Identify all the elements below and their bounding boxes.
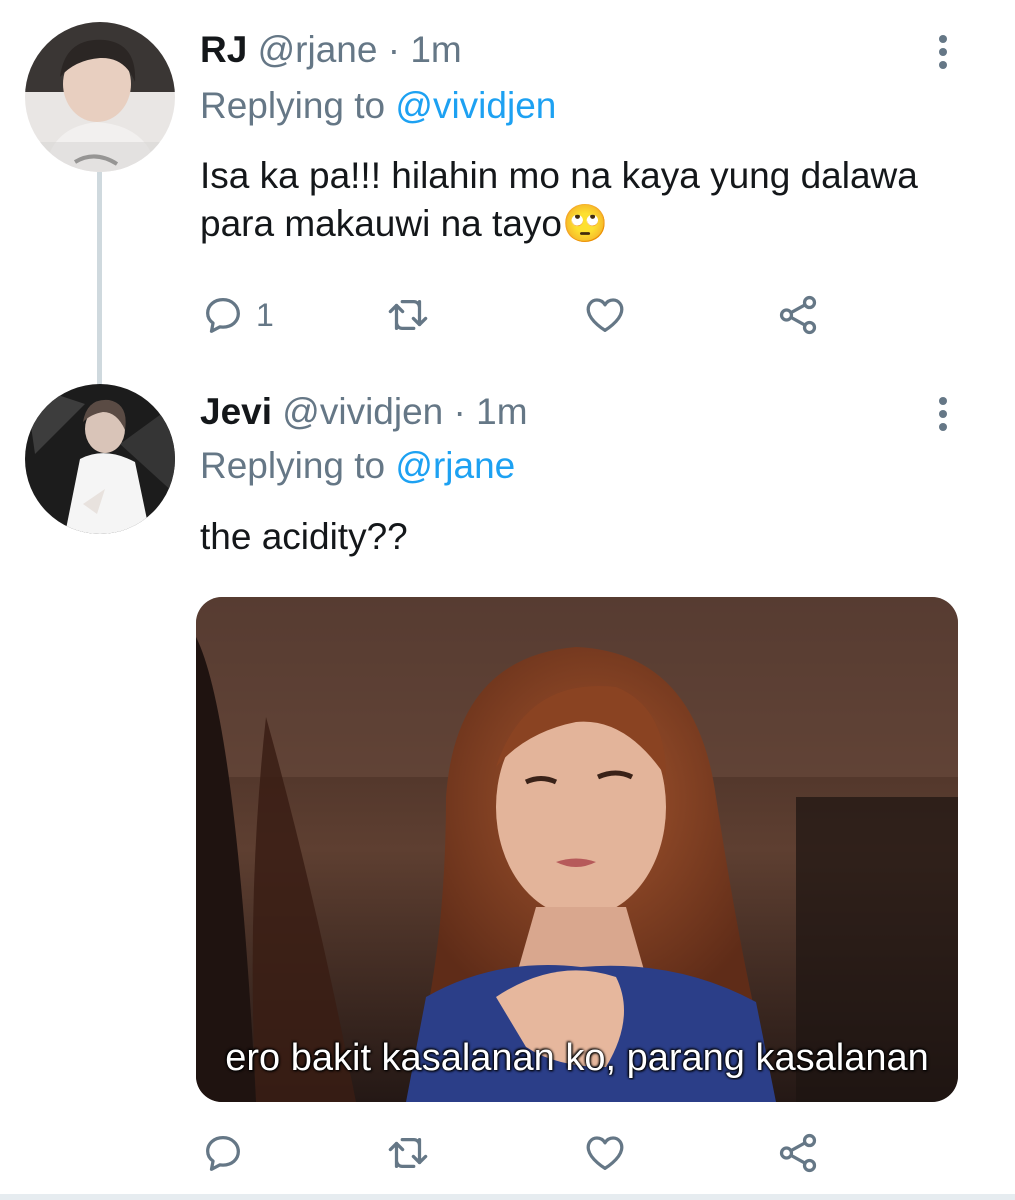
more-icon[interactable] bbox=[937, 35, 949, 69]
reply-count: 1 bbox=[256, 296, 274, 333]
avatar[interactable] bbox=[25, 22, 175, 172]
tweet-header: RJ @rjane · 1m bbox=[200, 28, 462, 72]
tweet-text: Isa ka pa!!! hilahin mo na kaya yung dal… bbox=[200, 152, 940, 248]
replying-to-label: Replying to bbox=[200, 445, 386, 486]
retweet-button[interactable] bbox=[385, 290, 431, 340]
reply-icon bbox=[206, 1136, 240, 1171]
media-caption: ero bakit kasalanan ko, parang kasalanan bbox=[225, 1037, 929, 1079]
media-photo bbox=[196, 597, 958, 1102]
tweet-text-content: Isa ka pa!!! hilahin mo na kaya yung dal… bbox=[200, 155, 918, 244]
like-button[interactable] bbox=[582, 1128, 628, 1178]
reply-button[interactable]: 1 bbox=[200, 290, 274, 340]
user-handle[interactable]: @rjane bbox=[258, 29, 378, 70]
replying-to-label: Replying to bbox=[200, 85, 386, 126]
avatar-image bbox=[25, 22, 175, 172]
replying-to: Replying to @rjane bbox=[200, 444, 515, 488]
media-image[interactable]: ero bakit kasalanan ko, parang kasalanan bbox=[196, 597, 958, 1102]
tweet[interactable]: Jevi @vividjen · 1m Replying to @rjane t… bbox=[0, 380, 1015, 1200]
timestamp[interactable]: 1m bbox=[410, 29, 461, 70]
avatar-image bbox=[25, 384, 175, 534]
share-button[interactable] bbox=[775, 290, 821, 340]
display-name[interactable]: Jevi bbox=[200, 391, 272, 432]
divider bbox=[0, 1194, 1015, 1200]
tweet-actions bbox=[200, 1128, 850, 1178]
avatar[interactable] bbox=[25, 384, 175, 534]
tweet-actions: 1 bbox=[200, 290, 850, 340]
retweet-button[interactable] bbox=[385, 1128, 431, 1178]
timestamp[interactable]: 1m bbox=[476, 391, 527, 432]
tweet[interactable]: RJ @rjane · 1m Replying to @vividjen Isa… bbox=[0, 0, 1015, 380]
replying-to-handle[interactable]: @rjane bbox=[395, 445, 515, 486]
retweet-icon bbox=[388, 1137, 428, 1169]
more-icon[interactable] bbox=[937, 397, 949, 431]
replying-to: Replying to @vividjen bbox=[200, 84, 556, 128]
separator: · bbox=[387, 29, 401, 70]
user-handle[interactable]: @vividjen bbox=[282, 391, 443, 432]
like-icon bbox=[586, 298, 624, 332]
replying-to-handle[interactable]: @vividjen bbox=[395, 85, 556, 126]
tweet-text: the acidity?? bbox=[200, 513, 940, 561]
like-button[interactable] bbox=[582, 290, 628, 340]
reply-button[interactable] bbox=[200, 1128, 256, 1178]
separator: · bbox=[453, 391, 466, 432]
tweet-header: Jevi @vividjen · 1m bbox=[200, 390, 528, 434]
tweet-text-content: the acidity?? bbox=[200, 516, 408, 557]
like-icon bbox=[586, 1136, 624, 1170]
eye-roll-emoji: 🙄 bbox=[561, 203, 609, 244]
reply-icon bbox=[206, 298, 240, 333]
display-name[interactable]: RJ bbox=[200, 29, 247, 70]
share-button[interactable] bbox=[775, 1128, 821, 1178]
share-icon bbox=[779, 295, 817, 335]
share-icon bbox=[779, 1133, 817, 1173]
retweet-icon bbox=[388, 299, 428, 331]
